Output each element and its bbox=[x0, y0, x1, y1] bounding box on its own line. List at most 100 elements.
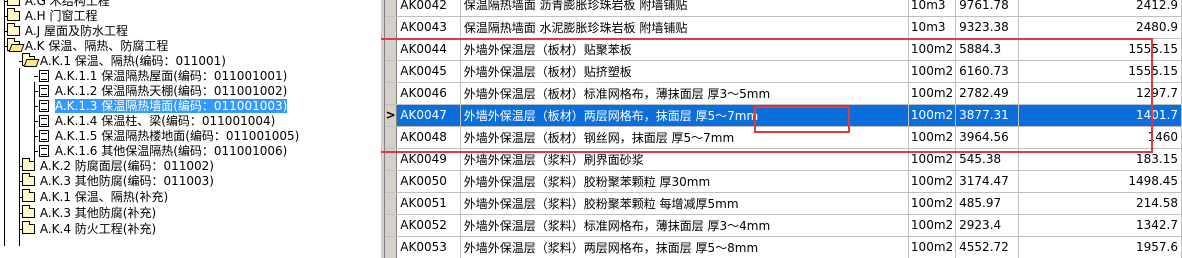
value-cell[interactable]: 1957.6 bbox=[1018, 236, 1182, 258]
name-cell[interactable]: 外墙外保温层（板材）贴挤塑板 bbox=[460, 60, 909, 83]
table-row[interactable]: AK0050 外墙外保温层（浆料）胶粉聚苯颗粒 厚30mm 100m2 3174.47… bbox=[385, 170, 1182, 193]
row-indicator[interactable]: > bbox=[385, 104, 398, 127]
value-cell[interactable]: 1555.15 bbox=[1018, 38, 1182, 61]
name-cell[interactable]: 外墙外保温层（浆料）标准网格布，薄抹面层 厚3～4mm bbox=[460, 214, 909, 237]
row-indicator[interactable] bbox=[385, 0, 398, 17]
price-cell[interactable]: 9323.38 bbox=[955, 16, 1020, 39]
unit-cell[interactable]: 100m2 bbox=[908, 126, 957, 149]
tree-item-a-k-2[interactable]: A.K.2 防腐面层(编码：011002) bbox=[19, 158, 214, 174]
value-cell[interactable]: 2412.9 bbox=[1018, 0, 1182, 17]
quota-grid[interactable]: AK0042 保温隔热墙面 沥青膨胀珍珠岩板 附墙铺贴 10m3 9761.78 241… bbox=[381, 0, 1182, 258]
row-indicator[interactable] bbox=[385, 16, 398, 39]
category-tree[interactable]: A.G 木结构工程 A.H 门窗工程 A.J 屋面及防水工程 A.K 保温、隔热… bbox=[0, 0, 381, 258]
price-cell[interactable]: 2782.49 bbox=[955, 82, 1020, 105]
table-row[interactable]: AK0045 外墙外保温层（板材）贴挤塑板 100m2 6160.73 1555.15 bbox=[385, 60, 1182, 83]
name-cell[interactable]: 外墙外保温层（浆料）刷界面砂浆 bbox=[460, 148, 909, 171]
name-cell[interactable]: 外墙外保温层（板材）贴聚苯板 bbox=[460, 38, 909, 61]
price-cell[interactable]: 485.97 bbox=[955, 192, 1020, 215]
row-indicator[interactable] bbox=[385, 126, 398, 149]
table-row[interactable]: AK0042 保温隔热墙面 沥青膨胀珍珠岩板 附墙铺贴 10m3 9761.78 241… bbox=[385, 0, 1182, 17]
price-cell[interactable]: 6160.73 bbox=[955, 60, 1020, 83]
value-cell[interactable]: 1401.7 bbox=[1018, 104, 1182, 127]
price-cell[interactable]: 4552.72 bbox=[955, 236, 1020, 258]
code-cell[interactable]: AK0053 bbox=[396, 236, 461, 258]
table-row[interactable]: > AK0047 外墙外保温层（板材）两层网格布，抹面层 厚5～7mm 100m2 38… bbox=[385, 104, 1182, 127]
tree-item-a-k-3-supplement[interactable]: A.K.3 其他防腐(补充) bbox=[19, 205, 156, 221]
code-cell[interactable]: AK0045 bbox=[396, 60, 461, 83]
row-indicator[interactable] bbox=[385, 214, 398, 237]
tree-item-a-k[interactable]: A.K 保温、隔热、防腐工程 bbox=[4, 38, 168, 54]
row-indicator[interactable] bbox=[385, 148, 398, 171]
name-cell[interactable]: 外墙外保温层（板材）两层网格布，抹面层 厚5～7mm bbox=[460, 104, 909, 127]
tree-item-a-k-1-3[interactable]: A.K.1.3 保温隔热墙面(编码：011001003) bbox=[34, 99, 288, 114]
table-row[interactable]: AK0043 保温隔热墙面 水泥膨胀珍珠岩板 附墙铺贴 10m3 9323.38 248… bbox=[385, 16, 1182, 39]
table-row[interactable]: AK0053 外墙外保温层（浆料）两层网格布，抹面层 厚5～8mm 100m2 455… bbox=[385, 236, 1182, 258]
tree-item-a-k-1-2[interactable]: A.K.1.2 保温隔热天棚(编码：011001002) bbox=[34, 84, 287, 99]
code-cell[interactable]: AK0047 bbox=[396, 104, 461, 127]
value-cell[interactable]: 1555.15 bbox=[1018, 60, 1182, 83]
row-indicator[interactable] bbox=[385, 60, 398, 83]
tree-item-a-k-1-1[interactable]: A.K.1.1 保温隔热屋面(编码：011001001) bbox=[34, 69, 287, 84]
table-row[interactable]: AK0046 外墙外保温层（板材）标准网格布，薄抹面层 厚3～5mm 100m2 27… bbox=[385, 82, 1182, 105]
tree-item-a-k-1-5[interactable]: A.K.1.5 保温隔热楼地面(编码：011001005) bbox=[34, 129, 299, 144]
code-cell[interactable]: AK0052 bbox=[396, 214, 461, 237]
unit-cell[interactable]: 100m2 bbox=[908, 170, 957, 193]
unit-cell[interactable]: 100m2 bbox=[908, 148, 957, 171]
tree-item-a-k-1[interactable]: A.K.1 保温、隔热(编码：011001) bbox=[19, 53, 226, 69]
tree-item-a-g[interactable]: A.G 木结构工程 bbox=[4, 0, 110, 9]
value-cell[interactable]: 1460 bbox=[1018, 126, 1182, 149]
tree-item-a-k-4-supplement[interactable]: A.K.4 防火工程(补充) bbox=[19, 221, 156, 237]
name-cell[interactable]: 外墙外保温层（浆料）胶粉聚苯颗粒 每增减厚5mm bbox=[460, 192, 909, 215]
code-cell[interactable]: AK0043 bbox=[396, 16, 461, 39]
table-row[interactable]: AK0051 外墙外保温层（浆料）胶粉聚苯颗粒 每增减厚5mm 100m2 485.9… bbox=[385, 192, 1182, 215]
unit-cell[interactable]: 100m2 bbox=[908, 192, 957, 215]
tree-item-a-k-1-supplement[interactable]: A.K.1 保温、隔热(补充) bbox=[19, 189, 168, 205]
price-cell[interactable]: 3877.31 bbox=[955, 104, 1020, 127]
tree-item-a-j[interactable]: A.J 屋面及防水工程 bbox=[4, 23, 128, 39]
row-indicator[interactable] bbox=[385, 38, 398, 61]
table-row[interactable]: AK0044 外墙外保温层（板材）贴聚苯板 100m2 5884.3 1555.15 bbox=[385, 38, 1182, 61]
unit-cell[interactable]: 100m2 bbox=[908, 236, 957, 258]
unit-cell[interactable]: 100m2 bbox=[908, 82, 957, 105]
price-cell[interactable]: 3964.56 bbox=[955, 126, 1020, 149]
unit-cell[interactable]: 100m2 bbox=[908, 38, 957, 61]
code-cell[interactable]: AK0050 bbox=[396, 170, 461, 193]
tree-item-a-h[interactable]: A.H 门窗工程 bbox=[4, 8, 97, 24]
price-cell[interactable]: 3174.47 bbox=[955, 170, 1020, 193]
code-cell[interactable]: AK0044 bbox=[396, 38, 461, 61]
code-cell[interactable]: AK0042 bbox=[396, 0, 461, 17]
row-indicator[interactable] bbox=[385, 170, 398, 193]
row-indicator[interactable] bbox=[385, 192, 398, 215]
code-cell[interactable]: AK0051 bbox=[396, 192, 461, 215]
value-cell[interactable]: 214.58 bbox=[1018, 192, 1182, 215]
name-cell[interactable]: 外墙外保温层（浆料）两层网格布，抹面层 厚5～8mm bbox=[460, 236, 909, 258]
code-cell[interactable]: AK0049 bbox=[396, 148, 461, 171]
price-cell[interactable]: 5884.3 bbox=[955, 38, 1020, 61]
unit-cell[interactable]: 100m2 bbox=[908, 214, 957, 237]
value-cell[interactable]: 1342.7 bbox=[1018, 214, 1182, 237]
name-cell[interactable]: 保温隔热墙面 水泥膨胀珍珠岩板 附墙铺贴 bbox=[460, 16, 909, 39]
value-cell[interactable]: 1297.7 bbox=[1018, 82, 1182, 105]
unit-cell[interactable]: 100m2 bbox=[908, 60, 957, 83]
price-cell[interactable]: 2923.4 bbox=[955, 214, 1020, 237]
value-cell[interactable]: 2480.9 bbox=[1018, 16, 1182, 39]
code-cell[interactable]: AK0048 bbox=[396, 126, 461, 149]
name-cell[interactable]: 外墙外保温层（浆料）胶粉聚苯颗粒 厚30mm bbox=[460, 170, 909, 193]
price-cell[interactable]: 545.38 bbox=[955, 148, 1020, 171]
table-row[interactable]: AK0049 外墙外保温层（浆料）刷界面砂浆 100m2 545.38 183.15 bbox=[385, 148, 1182, 171]
unit-cell[interactable]: 100m2 bbox=[908, 104, 957, 127]
tree-item-a-k-1-6[interactable]: A.K.1.6 其他保温隔热(编码：011001006) bbox=[34, 144, 287, 159]
unit-cell[interactable]: 10m3 bbox=[908, 0, 957, 17]
row-indicator[interactable] bbox=[385, 82, 398, 105]
table-row[interactable]: AK0052 外墙外保温层（浆料）标准网格布，薄抹面层 厚3～4mm 100m2 29… bbox=[385, 214, 1182, 237]
value-cell[interactable]: 183.15 bbox=[1018, 148, 1182, 171]
row-indicator[interactable] bbox=[385, 236, 398, 258]
unit-cell[interactable]: 10m3 bbox=[908, 16, 957, 39]
table-row[interactable]: AK0048 外墙外保温层（板材）钢丝网，抹面层 厚5～7mm 100m2 3964.… bbox=[385, 126, 1182, 149]
name-cell[interactable]: 外墙外保温层（板材）钢丝网，抹面层 厚5～7mm bbox=[460, 126, 909, 149]
name-cell[interactable]: 保温隔热墙面 沥青膨胀珍珠岩板 附墙铺贴 bbox=[460, 0, 909, 17]
tree-item-a-k-3[interactable]: A.K.3 其他防腐(编码：011003) bbox=[19, 173, 214, 189]
value-cell[interactable]: 1498.45 bbox=[1018, 170, 1182, 193]
tree-item-a-k-1-4[interactable]: A.K.1.4 保温柱、梁(编码：011001004) bbox=[34, 114, 275, 129]
code-cell[interactable]: AK0046 bbox=[396, 82, 461, 105]
